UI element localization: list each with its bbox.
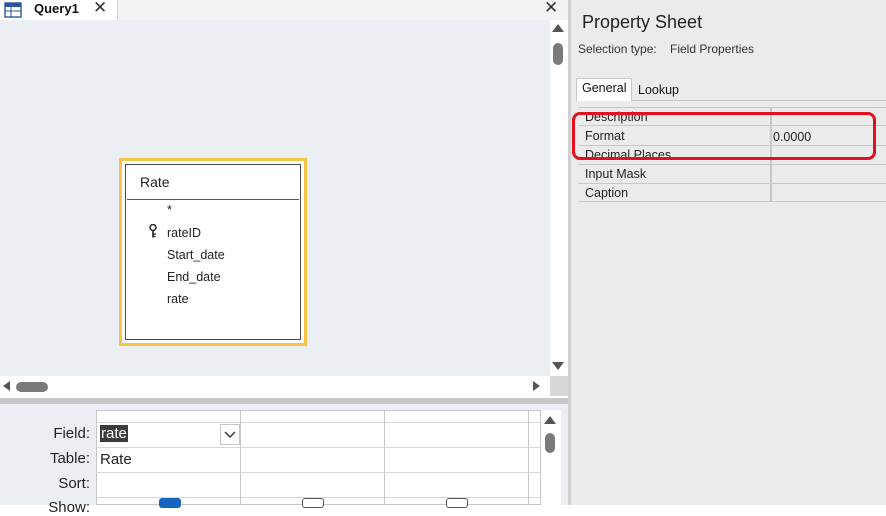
grid-row-line <box>96 472 541 473</box>
key-icon <box>149 224 157 238</box>
grid-column-line <box>240 410 241 505</box>
format-highlight-annotation <box>572 112 876 160</box>
property-sheet-pane <box>571 0 886 505</box>
qbe-grid[interactable] <box>96 410 541 505</box>
design-horizontal-scrollbar[interactable] <box>0 376 550 396</box>
row-label-show: Show: <box>48 499 90 516</box>
scroll-right-arrow-icon[interactable] <box>533 381 540 391</box>
grid-column-line <box>384 410 385 505</box>
chevron-down-icon <box>224 431 236 438</box>
field-rate[interactable]: rate <box>167 292 189 306</box>
row-label-table: Table: <box>49 450 90 467</box>
field-cell-value[interactable]: rate <box>100 425 128 442</box>
property-row-line <box>578 164 886 165</box>
selection-type-label: Selection type: <box>578 42 657 56</box>
property-row-line <box>578 183 886 184</box>
scroll-up-arrow-icon[interactable] <box>544 416 556 424</box>
table-cell-value[interactable]: Rate <box>100 451 132 468</box>
scroll-down-arrow-icon[interactable] <box>552 362 564 370</box>
grid-row-line <box>96 422 541 423</box>
property-row-line <box>578 201 886 202</box>
scroll-up-arrow-icon[interactable] <box>552 24 564 32</box>
scroll-left-arrow-icon[interactable] <box>3 381 10 391</box>
property-row-line <box>578 107 886 108</box>
field-end-date[interactable]: End_date <box>167 270 221 284</box>
close-tab-icon[interactable]: ✕ <box>93 0 107 18</box>
close-window-icon[interactable]: ✕ <box>544 0 558 18</box>
design-vertical-scrollbar[interactable] <box>550 20 568 376</box>
query-design-icon <box>4 2 22 18</box>
field-rateid[interactable]: rateID <box>167 226 201 240</box>
tab-general-label[interactable]: General <box>582 81 626 95</box>
show-checkbox-checked[interactable] <box>159 498 181 508</box>
grid-scroll-thumb[interactable] <box>545 433 555 453</box>
grid-vertical-scrollbar[interactable] <box>541 410 561 505</box>
row-label-field: Field: <box>53 425 90 442</box>
property-caption[interactable]: Caption <box>585 186 628 200</box>
grid-row-line <box>96 447 541 448</box>
vertical-scroll-thumb[interactable] <box>553 43 563 65</box>
property-input-mask[interactable]: Input Mask <box>585 167 646 181</box>
table-title[interactable]: Rate <box>140 174 170 190</box>
field-all[interactable]: * <box>167 203 172 217</box>
table-title-divider <box>127 199 299 200</box>
pane-splitter[interactable] <box>0 396 568 404</box>
show-checkbox[interactable] <box>446 498 468 508</box>
horizontal-scroll-thumb[interactable] <box>16 382 48 392</box>
field-dropdown-button[interactable] <box>220 424 240 445</box>
grid-column-line <box>528 410 529 505</box>
show-checkbox[interactable] <box>302 498 324 508</box>
row-label-sort: Sort: <box>58 475 90 492</box>
tab-lookup[interactable]: Lookup <box>638 83 679 97</box>
property-sheet-title: Property Sheet <box>582 12 703 32</box>
scrollbar-corner <box>550 376 568 396</box>
tab-query1-label: Query1 <box>34 1 79 16</box>
field-start-date[interactable]: Start_date <box>167 248 225 262</box>
selection-type-value: Field Properties <box>670 42 755 56</box>
